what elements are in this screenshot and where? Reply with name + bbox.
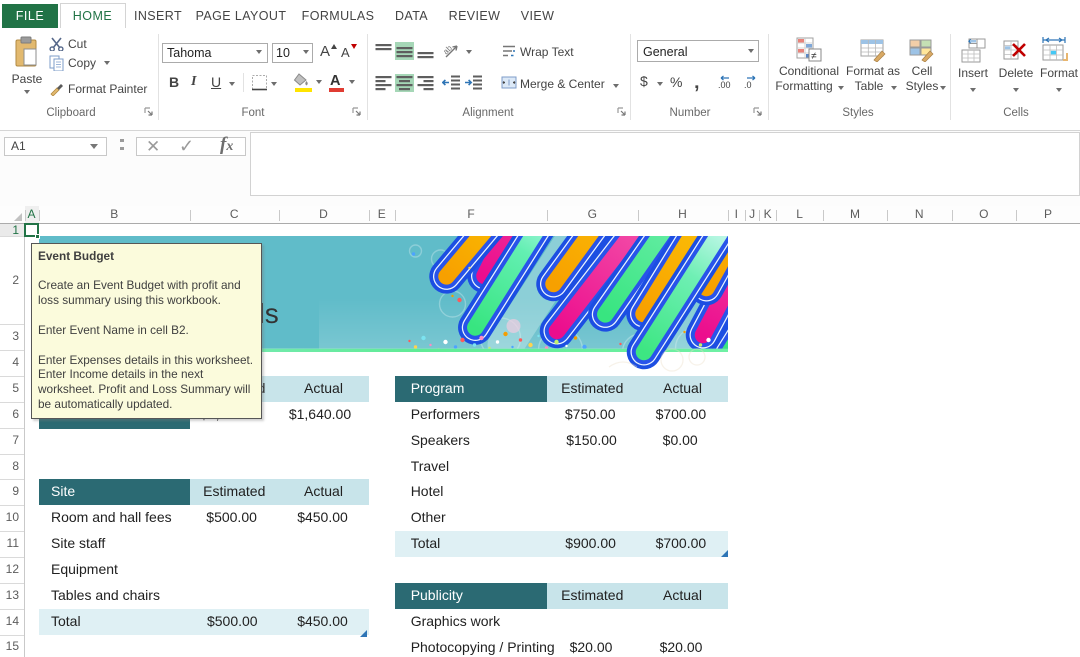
svg-text:.00: .00 bbox=[718, 80, 731, 90]
svg-text:≠: ≠ bbox=[811, 51, 817, 62]
svg-text:ab: ab bbox=[444, 43, 454, 56]
